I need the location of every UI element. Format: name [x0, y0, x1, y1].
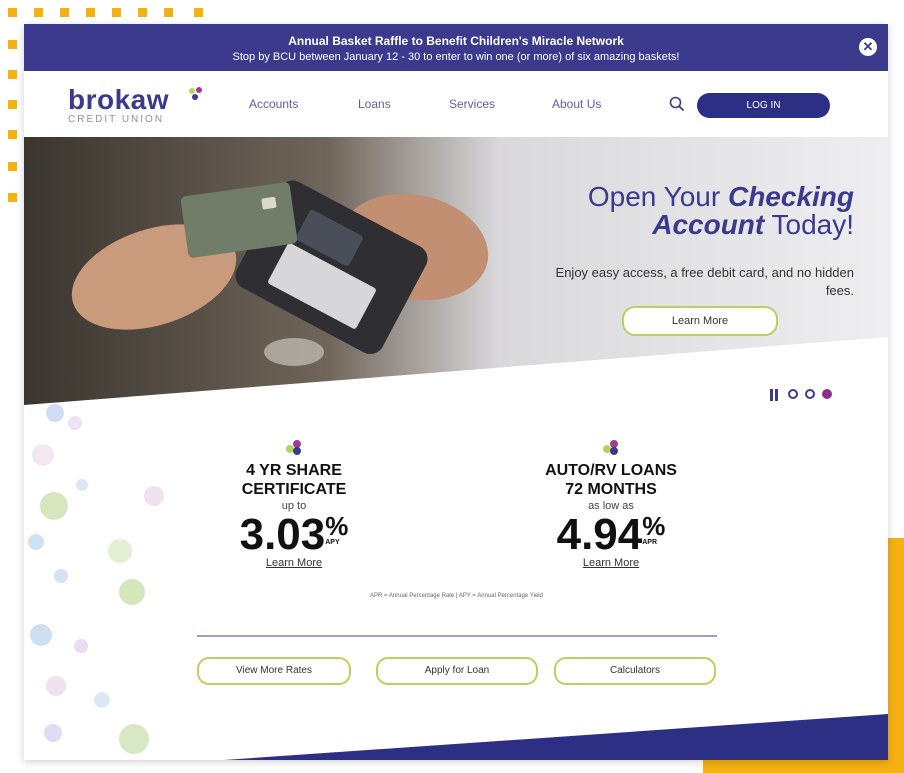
- hero-banner: Open Your Checking Account Today! Enjoy …: [24, 137, 888, 405]
- percent-sign: %: [642, 511, 666, 541]
- flower-icon: [603, 440, 618, 455]
- nav-loans[interactable]: Loans: [358, 97, 391, 111]
- logo-subtitle: CREDIT UNION: [68, 114, 165, 125]
- rate-suffix: % APR: [642, 513, 665, 547]
- decorative-dot: [8, 100, 17, 109]
- decorative-dot: [60, 8, 69, 17]
- hero-title-text: Today!: [764, 209, 854, 240]
- nav-accounts[interactable]: Accounts: [249, 97, 298, 111]
- rate-title: CERTIFICATE: [241, 481, 347, 498]
- announcement-bar: Annual Basket Raffle to Benefit Children…: [24, 24, 888, 71]
- decorative-dot: [8, 193, 17, 202]
- decorative-dot: [34, 8, 43, 17]
- website-frame: Annual Basket Raffle to Benefit Children…: [24, 24, 888, 760]
- rate-title: 72 MONTHS: [565, 481, 657, 498]
- logo-dots-icon: [189, 87, 202, 100]
- rate-share-certificate: 4 YR SHARE CERTIFICATE up to 3.03% APY Le…: [229, 438, 359, 569]
- slide-dot-1[interactable]: [788, 389, 798, 399]
- pause-icon[interactable]: [769, 389, 779, 401]
- hero-title-text: Open Your: [587, 181, 728, 212]
- nav-about-us[interactable]: About Us: [552, 97, 601, 111]
- apply-for-loan-button[interactable]: Apply for Loan: [376, 657, 538, 685]
- decorative-dot: [8, 162, 17, 171]
- calculators-button[interactable]: Calculators: [554, 657, 716, 685]
- decorative-dot: [194, 8, 203, 17]
- logo-wordmark: brokaw: [68, 84, 170, 115]
- percent-sign: %: [325, 511, 349, 541]
- rate-figure: 3.03% APY: [229, 513, 359, 557]
- nav-services[interactable]: Services: [449, 97, 495, 111]
- announcement-text: Stop by BCU between January 12 - 30 to e…: [232, 51, 680, 63]
- slide-dot-2[interactable]: [805, 389, 815, 399]
- flower-icon: [286, 440, 301, 455]
- hero-subtitle: Enjoy easy access, a free debit card, an…: [555, 265, 854, 298]
- decorative-dot: [8, 8, 17, 17]
- decorative-dot: [8, 130, 17, 139]
- rate-title: AUTO/RV LOANS: [545, 462, 677, 479]
- decorative-dot: [8, 40, 17, 49]
- site-header: brokaw CREDIT UNION Accounts Loans Servi…: [24, 71, 888, 137]
- rate-suffix: % APY: [325, 513, 348, 547]
- decorative-dot: [8, 70, 17, 79]
- close-icon[interactable]: ✕: [859, 38, 877, 56]
- rates-footnote: APR = Annual Percentage Rate | APY = Ann…: [370, 593, 543, 599]
- search-icon[interactable]: [668, 95, 686, 113]
- brokaw-logo[interactable]: brokaw CREDIT UNION: [68, 84, 202, 125]
- section-divider: [197, 635, 717, 637]
- rate-value: 3.03: [239, 510, 326, 559]
- rate-figure: 4.94% APR: [536, 513, 686, 557]
- hero-title-bold: Checking: [727, 181, 854, 212]
- hero-title: Open Your Checking Account Today!: [534, 183, 854, 239]
- decorative-dot: [86, 8, 95, 17]
- view-more-rates-button[interactable]: View More Rates: [197, 657, 351, 685]
- cafe-cup: [264, 338, 324, 366]
- decorative-dot: [164, 8, 173, 17]
- card-chip: [261, 197, 277, 210]
- login-button[interactable]: LOG IN: [697, 93, 830, 118]
- rate-value: 4.94: [556, 510, 643, 559]
- decorative-dot: [112, 8, 121, 17]
- hero-learn-more-button[interactable]: Learn More: [622, 306, 778, 336]
- rate-auto-rv-loans: AUTO/RV LOANS 72 MONTHS as low as 4.94% A…: [536, 438, 686, 569]
- slide-dot-3-active[interactable]: [822, 389, 832, 399]
- decorative-dot: [138, 8, 147, 17]
- rate-title: 4 YR SHARE: [246, 462, 342, 479]
- hero-title-bold: Account: [652, 209, 765, 240]
- announcement-title: Annual Basket Raffle to Benefit Children…: [288, 34, 624, 48]
